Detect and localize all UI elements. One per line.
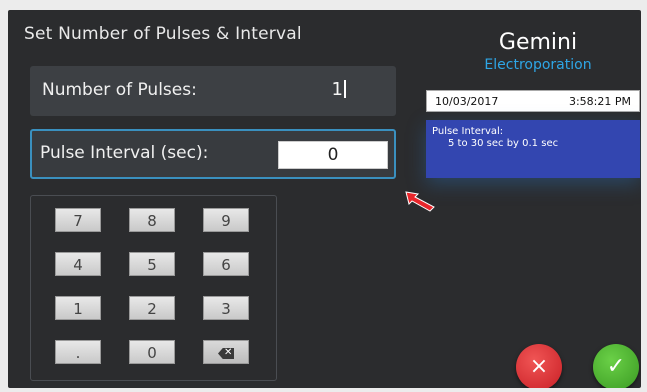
key-1[interactable]: 1	[55, 296, 101, 320]
pulse-interval-input[interactable]: 0	[278, 141, 388, 169]
key-5[interactable]: 5	[129, 252, 175, 276]
key-4[interactable]: 4	[55, 252, 101, 276]
number-of-pulses-label: Number of Pulses:	[42, 80, 197, 100]
date-text: 10/03/2017	[435, 95, 499, 108]
pointer-arrow-icon	[405, 191, 435, 212]
brand-name: Gemini	[498, 30, 578, 55]
brand: Gemini Electroporation	[438, 30, 638, 73]
pulse-interval-field[interactable]: Pulse Interval (sec): 0	[30, 129, 396, 179]
pulse-interval-label: Pulse Interval (sec):	[40, 143, 209, 163]
datetime-display: 10/03/2017 3:58:21 PM	[426, 90, 640, 112]
help-info-panel: Pulse Interval: 5 to 30 sec by 0.1 sec	[426, 120, 640, 178]
info-range: 5 to 30 sec by 0.1 sec	[448, 138, 559, 149]
text-caret	[344, 80, 346, 98]
page-title: Set Number of Pulses & Interval	[24, 24, 302, 44]
number-of-pulses-field[interactable]: Number of Pulses: 1	[30, 66, 396, 116]
key-8[interactable]: 8	[129, 208, 175, 232]
cancel-button[interactable]: ×	[516, 344, 562, 388]
numeric-keypad: 7 8 9 4 5 6 1 2 3 . 0 ✕	[30, 195, 277, 381]
backspace-icon: ✕	[218, 348, 234, 359]
key-2[interactable]: 2	[129, 296, 175, 320]
device-screen: Set Number of Pulses & Interval Gemini E…	[8, 10, 641, 388]
info-title: Pulse Interval:	[432, 126, 504, 137]
key-0[interactable]: 0	[129, 340, 175, 364]
key-3[interactable]: 3	[203, 296, 249, 320]
key-decimal[interactable]: .	[55, 340, 101, 364]
number-of-pulses-value[interactable]: 1	[332, 79, 346, 100]
confirm-button[interactable]: ✓	[593, 344, 639, 388]
key-7[interactable]: 7	[55, 208, 101, 232]
brand-subtitle: Electroporation	[484, 57, 592, 73]
backspace-key[interactable]: ✕	[203, 340, 249, 364]
time-text: 3:58:21 PM	[568, 95, 631, 108]
key-6[interactable]: 6	[203, 252, 249, 276]
key-9[interactable]: 9	[203, 208, 249, 232]
